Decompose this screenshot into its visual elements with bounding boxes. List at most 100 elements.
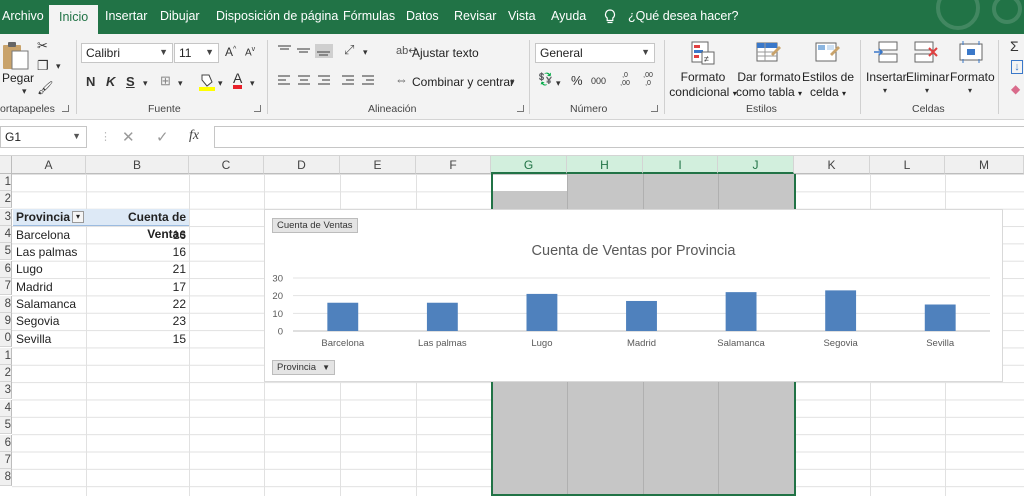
insert-cells-icon[interactable]	[873, 40, 899, 66]
horizontal-align-icons[interactable]	[278, 75, 388, 87]
format-as-table-icon[interactable]	[755, 40, 781, 66]
confirm-entry-button[interactable]: ✓	[156, 128, 169, 146]
column-header-d[interactable]: D	[264, 156, 340, 174]
orientation-icon[interactable]: ⤢	[344, 42, 354, 58]
pivot-chart[interactable]: Cuenta de Ventas Cuenta de Ventas por Pr…	[264, 209, 1003, 382]
cancel-entry-button[interactable]: ✕	[122, 128, 135, 146]
axis-field-button[interactable]: Provincia ▼	[272, 360, 336, 375]
row-header[interactable]: 9	[0, 313, 12, 330]
row-header[interactable]: 1	[0, 174, 12, 191]
wrap-text-button[interactable]: Ajustar texto	[412, 46, 479, 60]
column-header-e[interactable]: E	[340, 156, 416, 174]
thousands-button[interactable]: 000	[591, 76, 606, 86]
pivot-row-label[interactable]: Madrid	[16, 279, 86, 296]
paste-dropdown-icon[interactable]: ▾	[22, 86, 27, 97]
row-header[interactable]: 4	[0, 400, 12, 417]
borders-dropdown-icon[interactable]: ▾	[178, 78, 183, 89]
paste-button[interactable]: Pegar	[2, 71, 34, 85]
row-header[interactable]: 3	[0, 382, 12, 399]
tab-revisar[interactable]: Revisar	[454, 9, 496, 23]
tab-vista[interactable]: Vista	[508, 9, 536, 23]
pivot-value-header[interactable]: Cuenta de Ventas	[86, 209, 189, 241]
select-all-corner[interactable]	[0, 156, 12, 174]
formula-input[interactable]	[214, 126, 1024, 148]
pivot-row-value[interactable]: 16	[86, 227, 186, 244]
pivot-row-label[interactable]: Sevilla	[16, 331, 86, 348]
vertical-align-icons[interactable]	[278, 44, 338, 58]
fill-color-icon[interactable]	[199, 72, 215, 92]
name-box[interactable]: G1 ▼	[0, 126, 87, 148]
font-size-select[interactable]: 11 ▼	[174, 43, 219, 63]
pivot-row-label[interactable]: Las palmas	[16, 244, 86, 261]
fill-color-dropdown-icon[interactable]: ▾	[218, 78, 223, 89]
number-launcher-icon[interactable]	[651, 105, 658, 112]
conditional-format-icon[interactable]: ≠	[690, 40, 716, 66]
pivot-row-label[interactable]: Salamanca	[16, 296, 86, 313]
chevron-down-icon[interactable]: ▾	[925, 86, 929, 95]
row-header[interactable]: 5	[0, 243, 12, 260]
pivot-row-value[interactable]: 23	[86, 313, 186, 330]
merge-center-button[interactable]: Combinar y centrar	[412, 75, 514, 89]
delete-cells-icon[interactable]	[913, 40, 939, 66]
row-header[interactable]: 6	[0, 261, 12, 278]
grow-font-button[interactable]: A^	[225, 45, 236, 59]
tell-me-search[interactable]: ¿Qué desea hacer?	[628, 9, 739, 23]
font-name-select[interactable]: Calibri ▼	[81, 43, 173, 63]
orientation-dropdown-icon[interactable]: ▾	[363, 47, 368, 58]
row-header[interactable]: 0	[0, 330, 12, 347]
accounting-dropdown-icon[interactable]: ▾	[556, 78, 561, 89]
percent-button[interactable]: %	[571, 73, 583, 88]
number-format-select[interactable]: General ▼	[535, 43, 655, 63]
row-header[interactable]: 1	[0, 348, 12, 365]
merge-dropdown-icon[interactable]: ▾	[510, 77, 515, 88]
format-painter-icon[interactable]: 🖌	[37, 80, 54, 96]
row-header[interactable]: 3	[0, 209, 12, 226]
decrease-decimal-button[interactable]: ,00 ,0	[640, 72, 656, 88]
underline-dropdown-icon[interactable]: ▾	[143, 78, 148, 89]
copy-dropdown-icon[interactable]: ▾	[56, 61, 61, 72]
underline-button[interactable]: S	[126, 74, 135, 89]
italic-button[interactable]: K	[106, 74, 115, 89]
tab-formulas[interactable]: Fórmulas	[343, 9, 395, 23]
tab-inicio[interactable]: Inicio	[49, 5, 99, 34]
tab-dibujar[interactable]: Dibujar	[160, 9, 200, 23]
pivot-row-value[interactable]: 17	[86, 279, 186, 296]
row-header[interactable]: 8	[0, 296, 12, 313]
tab-ayuda[interactable]: Ayuda	[551, 9, 586, 23]
format-cells-icon[interactable]	[958, 40, 984, 66]
cell-styles-icon[interactable]	[814, 40, 840, 66]
clipboard-launcher-icon[interactable]	[62, 105, 69, 112]
tab-archivo[interactable]: Archivo	[2, 9, 44, 23]
pivot-row-value[interactable]: 21	[86, 261, 186, 278]
shrink-font-button[interactable]: Av	[245, 46, 255, 58]
row-header[interactable]: 2	[0, 191, 12, 208]
bold-button[interactable]: N	[86, 74, 95, 89]
column-header-m[interactable]: M	[945, 156, 1024, 174]
column-header-h[interactable]: H	[567, 156, 643, 174]
row-header[interactable]: 5	[0, 417, 12, 434]
alignment-launcher-icon[interactable]	[517, 105, 524, 112]
font-color-button[interactable]: A	[233, 71, 243, 89]
autosum-icon[interactable]: Σ	[1010, 38, 1019, 54]
chevron-down-icon[interactable]: ▾	[883, 86, 887, 95]
tab-datos[interactable]: Datos	[406, 9, 439, 23]
filter-dropdown-icon[interactable]: ▾	[72, 211, 84, 223]
insert-cells-button[interactable]: Insertar	[866, 70, 907, 85]
column-header-i[interactable]: I	[643, 156, 718, 174]
row-header[interactable]: 4	[0, 226, 12, 243]
delete-cells-button[interactable]: Eliminar	[906, 70, 949, 85]
tab-insertar[interactable]: Insertar	[105, 9, 147, 23]
accounting-format-icon[interactable]: 💱	[538, 72, 553, 86]
merge-center-icon[interactable]: ⇔	[395, 72, 408, 87]
column-header-b[interactable]: B	[86, 156, 189, 174]
row-header[interactable]: 8	[0, 469, 12, 486]
paste-icon[interactable]	[2, 41, 30, 71]
pivot-row-label[interactable]: Segovia	[16, 313, 86, 330]
chevron-down-icon[interactable]: ▾	[968, 86, 972, 95]
format-as-table-button[interactable]: Dar formato como tabla ▾	[734, 70, 804, 101]
column-header-k[interactable]: K	[794, 156, 870, 174]
borders-icon[interactable]: ⊞	[160, 73, 171, 89]
font-color-dropdown-icon[interactable]: ▾	[250, 78, 255, 89]
cell-styles-button[interactable]: Estilos de celda ▾	[800, 70, 856, 101]
pivot-row-label[interactable]: Lugo	[16, 261, 86, 278]
